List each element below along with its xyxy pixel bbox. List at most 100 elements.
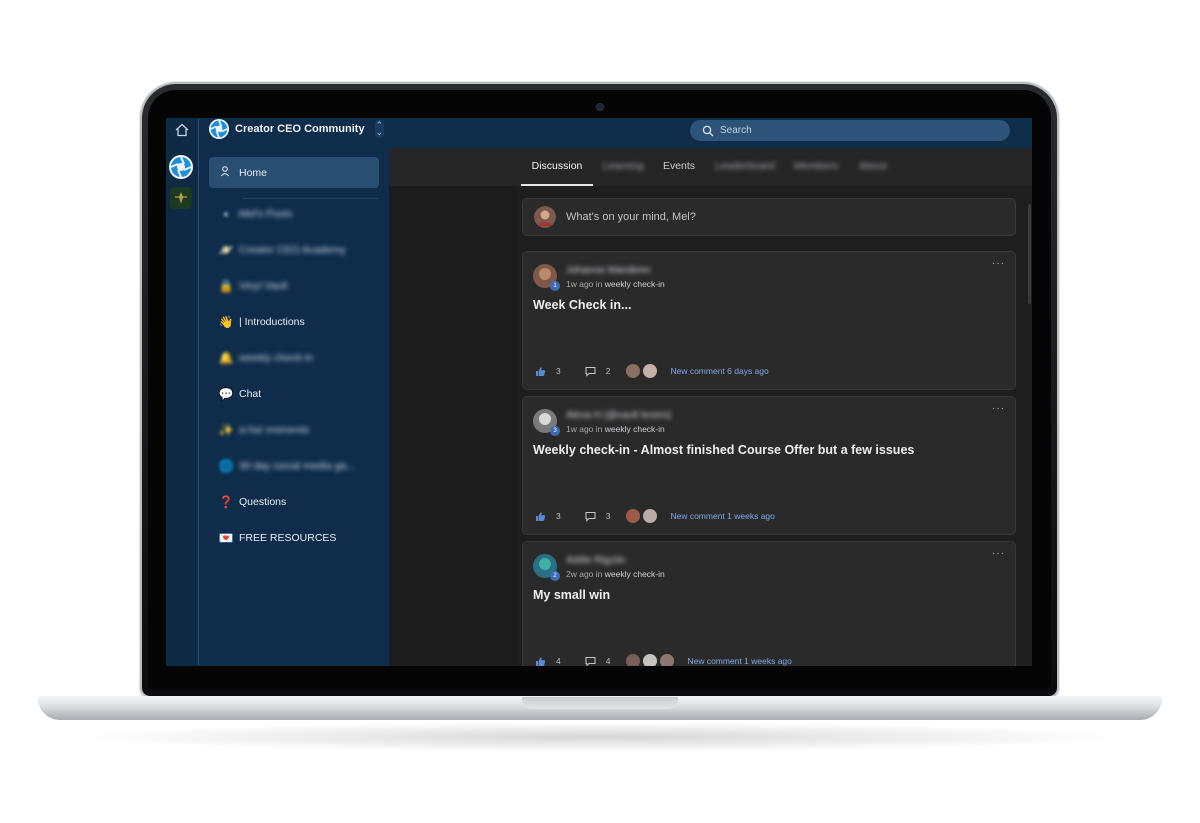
wave-icon: 👋 — [218, 315, 234, 329]
tab-bar: Discussion Learning Events Leaderboard M… — [389, 148, 1032, 186]
more-options-icon[interactable]: ··· — [992, 258, 1005, 269]
lock-icon: 🔒 — [218, 279, 234, 293]
comment-count: 4 — [605, 656, 611, 666]
more-options-icon[interactable]: ··· — [992, 548, 1005, 559]
comment-icon[interactable] — [585, 511, 596, 522]
community-header[interactable]: Creator CEO Community ⌃ ⌄ — [209, 118, 384, 140]
sidebar-item-channel-10[interactable]: 💌 FREE RESOURCES — [209, 523, 379, 553]
level-badge: 2 — [550, 571, 560, 581]
secondary-community-icon[interactable] — [170, 187, 192, 209]
tab-events[interactable]: Events — [659, 148, 699, 186]
thumbs-up-icon[interactable] — [535, 511, 546, 522]
sidebar-item-channel-1[interactable]: ▪ Mel's Posts — [209, 199, 379, 229]
community-rail — [166, 118, 199, 666]
level-badge: 1 — [550, 281, 560, 291]
sidebar-item-label: a-ha! moments — [239, 424, 310, 436]
post-meta: 2w ago in weekly check-in — [566, 569, 665, 579]
post-card[interactable]: 1 Johanna Wanderer 1w ago in weekly chec… — [522, 251, 1016, 390]
more-options-icon[interactable]: ··· — [992, 403, 1005, 414]
sidebar-item-channel-4[interactable]: 👋 | Introductions — [209, 307, 379, 337]
laptop-base-notch — [522, 697, 678, 709]
commenter-avatar — [626, 654, 641, 666]
community-logo-icon[interactable] — [169, 155, 193, 179]
sidebar-item-channel-7[interactable]: ✨ a-ha! moments — [209, 415, 379, 445]
heart-letter-icon: 💌 — [218, 531, 234, 545]
sidebar-nav: Home ▪ Mel's Posts 🪐 Creator CEO Academy 🔒 Vin… — [209, 157, 379, 559]
commenter-avatars — [626, 364, 660, 378]
thumbs-up-icon[interactable] — [535, 366, 546, 377]
search-icon — [702, 125, 714, 136]
sidebar-item-channel-8[interactable]: 🌐 30 day social media ga... — [209, 451, 379, 481]
sidebar-item-label: FREE RESOURCES — [239, 532, 337, 544]
author-avatar[interactable]: 1 — [533, 264, 560, 291]
home-icon[interactable] — [174, 122, 190, 138]
tab-discussion[interactable]: Discussion — [521, 148, 593, 186]
last-comment-link[interactable]: New comment 6 days ago — [670, 366, 768, 376]
post-card[interactable]: 3 Alexa H (@vault lovers) 1w ago in week… — [522, 396, 1016, 535]
sidebar-item-channel-6[interactable]: 💬 Chat — [209, 379, 379, 409]
sidebar-item-channel-9[interactable]: ❓ Questions — [209, 487, 379, 517]
post-meta: 1w ago in weekly check-in — [566, 279, 665, 289]
laptop-shadow — [70, 722, 1130, 752]
last-comment-link[interactable]: New comment 1 weeks ago — [687, 656, 791, 666]
post-title[interactable]: My small win — [533, 588, 610, 602]
users-icon — [217, 165, 235, 180]
composer-placeholder: What's on your mind, Mel? — [566, 211, 696, 223]
chevron-up-down-icon[interactable]: ⌃ ⌄ — [374, 120, 384, 138]
sidebar-item-label: Questions — [239, 496, 287, 508]
sidebar-item-label: weekly check-in — [239, 352, 314, 364]
commenter-avatars — [626, 509, 660, 523]
post-header: 1 Johanna Wanderer 1w ago in weekly chec… — [533, 264, 665, 292]
post-time: 1w ago in — [566, 424, 605, 434]
sidebar-item-label: 30 day social media ga... — [239, 460, 356, 472]
globe-icon: 🌐 — [218, 459, 234, 473]
sidebar-item-label: | Introductions — [239, 316, 305, 328]
pink-square-icon: ▪ — [223, 207, 229, 221]
like-count: 3 — [556, 511, 561, 521]
tab-members[interactable]: Members — [791, 148, 841, 186]
post-title[interactable]: Week Check in... — [533, 298, 631, 312]
post-title[interactable]: Weekly check-in - Almost finished Course… — [533, 443, 914, 457]
sidebar-item-home[interactable]: Home — [209, 157, 379, 188]
like-count: 3 — [556, 366, 561, 376]
post-composer[interactable]: What's on your mind, Mel? — [522, 198, 1016, 236]
post-category[interactable]: weekly check-in — [605, 569, 665, 579]
post-category[interactable]: weekly check-in — [605, 279, 665, 289]
tab-about[interactable]: About — [855, 148, 891, 186]
post-card[interactable]: 2 Addie Rigzdn 2w ago in weekly check-in… — [522, 541, 1016, 666]
author-avatar[interactable]: 3 — [533, 409, 560, 436]
search-placeholder: Search — [720, 125, 752, 136]
sidebar-item-channel-2[interactable]: 🪐 Creator CEO Academy — [209, 235, 379, 265]
commenter-avatar — [643, 509, 658, 523]
post-time: 1w ago in — [566, 279, 605, 289]
comment-icon[interactable] — [585, 656, 596, 667]
author-name[interactable]: Johanna Wanderer — [566, 264, 665, 278]
sidebar-item-label: Chat — [239, 388, 262, 400]
like-count: 4 — [556, 656, 561, 666]
commenter-avatar — [643, 364, 658, 378]
commenter-avatar — [626, 364, 641, 378]
feed-scrollbar[interactable] — [1028, 204, 1031, 304]
sparkle-icon: ✨ — [218, 423, 234, 437]
comment-icon[interactable] — [585, 366, 596, 377]
sidebar: Creator CEO Community ⌃ ⌄ Home ▪ Mel's Post… — [199, 118, 389, 666]
last-comment-link[interactable]: New comment 1 weeks ago — [670, 511, 774, 521]
level-badge: 3 — [550, 426, 560, 436]
webcam — [596, 103, 604, 111]
sidebar-item-label: Creator CEO Academy — [239, 244, 346, 256]
author-avatar[interactable]: 2 — [533, 554, 560, 581]
tab-learning[interactable]: Learning — [601, 148, 645, 186]
sidebar-item-label: Vinyl Vault — [239, 280, 288, 292]
tab-leaderboard[interactable]: Leaderboard — [713, 148, 777, 186]
sidebar-item-channel-3[interactable]: 🔒 Vinyl Vault — [209, 271, 379, 301]
search-input[interactable]: Search — [690, 120, 1010, 141]
author-name[interactable]: Addie Rigzdn — [566, 554, 665, 568]
post-category[interactable]: weekly check-in — [605, 424, 665, 434]
app-screen: Creator CEO Community ⌃ ⌄ Home ▪ Mel's Post… — [166, 118, 1032, 666]
top-bar: Search — [389, 118, 1032, 148]
thumbs-up-icon[interactable] — [535, 656, 546, 667]
sidebar-item-channel-5[interactable]: 🔔 weekly check-in — [209, 343, 379, 373]
author-name[interactable]: Alexa H (@vault lovers) — [566, 409, 671, 423]
commenter-avatar — [626, 509, 641, 523]
planet-icon: 🪐 — [218, 243, 234, 257]
